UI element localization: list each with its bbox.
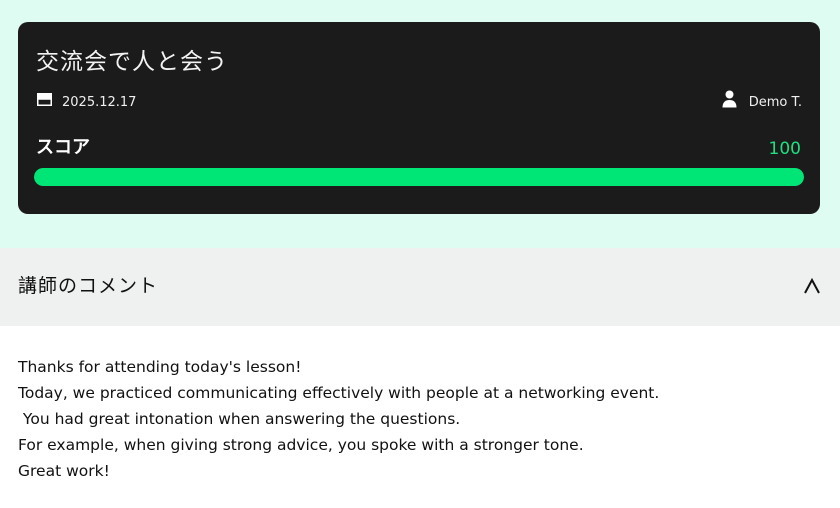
comment-line: Great work! (18, 462, 110, 480)
comment-line: Today, we practiced communicating effect… (18, 384, 660, 402)
teacher-comment-toggle[interactable]: 講師のコメント (0, 248, 840, 326)
lesson-card: 交流会で人と会う 2025.12.17 Demo T. スコア 100 (18, 22, 820, 214)
teacher-comment-body: Thanks for attending today's lesson! Tod… (18, 354, 822, 484)
comment-line: For example, when giving strong advice, … (18, 436, 584, 454)
score-label: スコア (36, 137, 90, 158)
comment-line: Thanks for attending today's lesson! (18, 358, 302, 376)
chevron-up-icon[interactable] (803, 277, 821, 295)
lesson-date: 2025.12.17 (62, 95, 137, 110)
person-icon (722, 90, 737, 108)
teacher-name: Demo T. (748, 95, 802, 110)
comment-line: You had great intonation when answering … (18, 410, 461, 428)
score-progress-fill (34, 168, 804, 186)
lesson-title: 交流会で人と会う (36, 49, 228, 75)
teacher-comment-title: 講師のコメント (18, 275, 159, 297)
lesson-summary-area: 交流会で人と会う 2025.12.17 Demo T. スコア 100 (0, 0, 840, 248)
score-progress-bar (34, 168, 804, 186)
calendar-icon (37, 93, 52, 106)
score-value: 100 (768, 139, 801, 159)
